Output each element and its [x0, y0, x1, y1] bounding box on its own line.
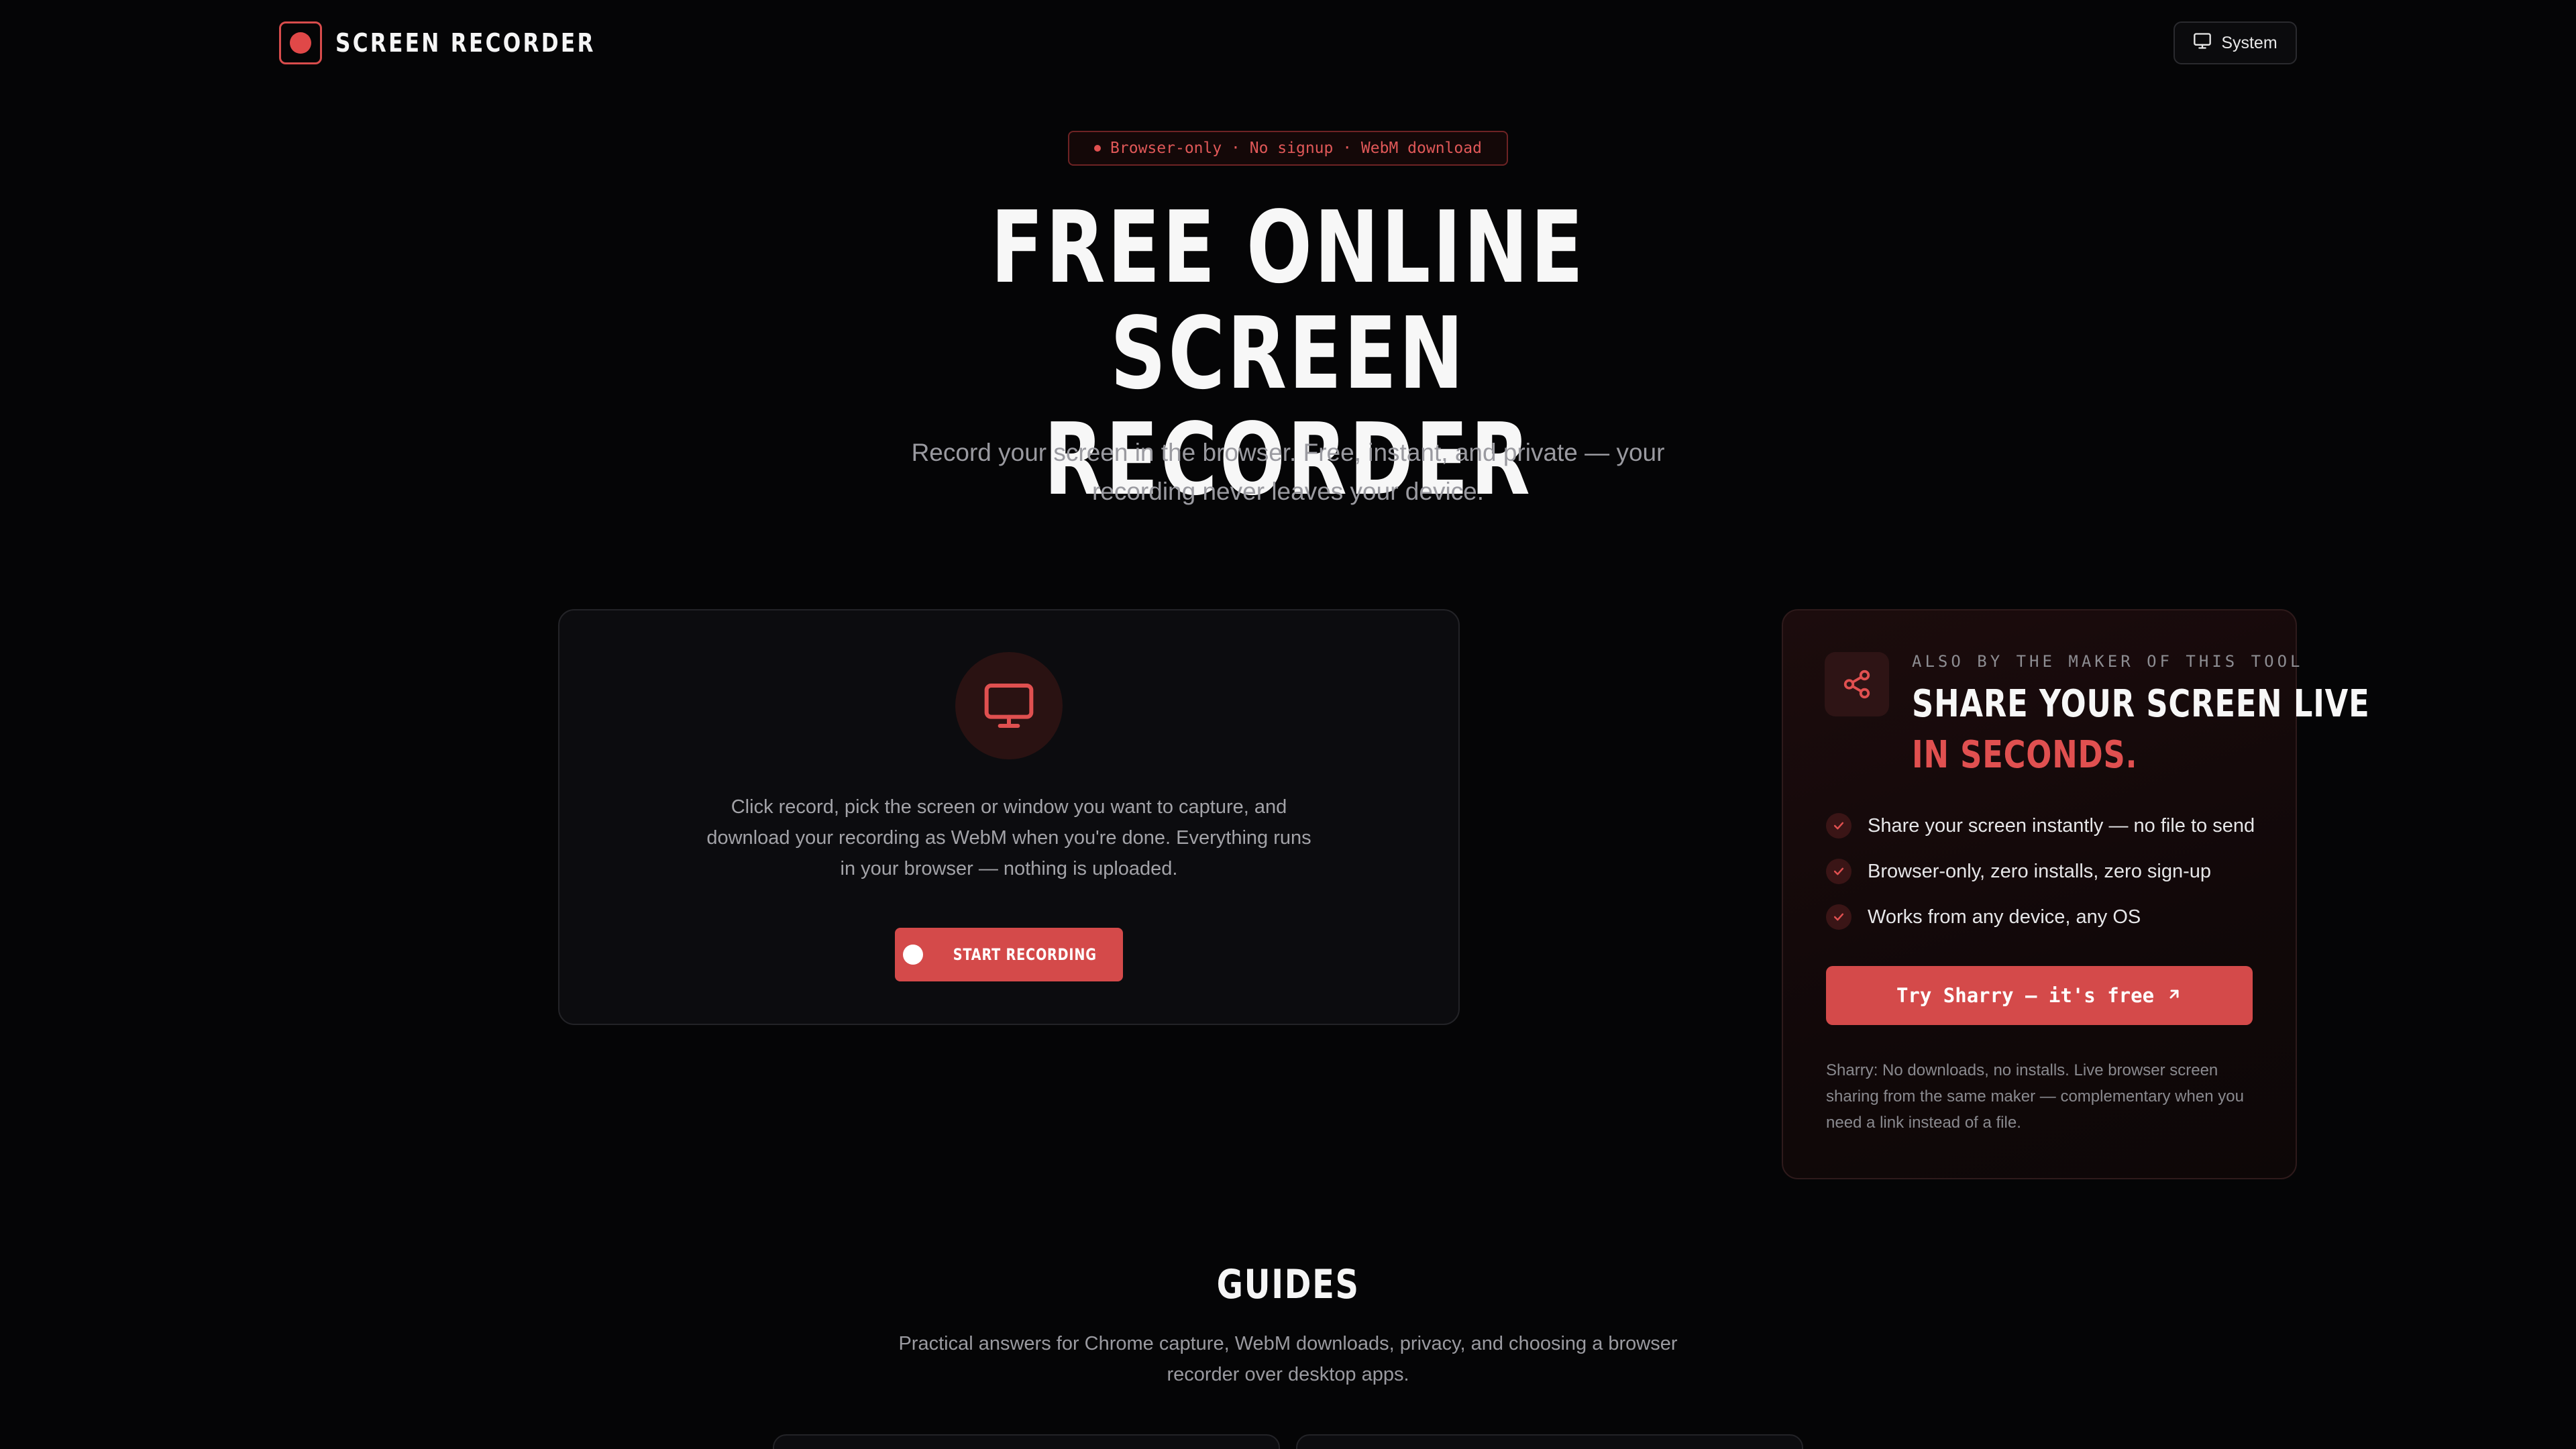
- app-name[interactable]: SCREEN RECORDER: [335, 23, 596, 63]
- guide-card[interactable]: [1296, 1434, 1803, 1449]
- record-dot-icon: [290, 32, 311, 54]
- feature-pill: Browser-only · No signup · WebM download: [1068, 131, 1508, 166]
- theme-toggle-button[interactable]: System: [2174, 21, 2297, 64]
- guide-card[interactable]: [773, 1434, 1280, 1449]
- page-title-line1: FREE ONLINE: [990, 190, 1586, 305]
- pill-text: Browser-only · No signup · WebM download: [1110, 140, 1482, 157]
- guides-subtitle: Practical answers for Chrome capture, We…: [898, 1333, 1678, 1385]
- check-icon: [1826, 859, 1851, 884]
- try-sharry-label: Try Sharry — it's free: [1896, 984, 2155, 1007]
- promo-title: SHARE YOUR SCREEN LIVE IN SECONDS.: [1912, 679, 2370, 781]
- recorder-description: Click record, pick the screen or window …: [706, 796, 1311, 879]
- promo-title-line2: IN SECONDS.: [1912, 733, 2138, 777]
- try-sharry-button[interactable]: Try Sharry — it's free: [1826, 966, 2253, 1025]
- theme-toggle-label: System: [2221, 33, 2277, 52]
- check-icon: [1826, 813, 1851, 839]
- promo-kicker: ALSO BY THE MAKER OF THIS TOOL: [1912, 652, 2304, 671]
- promo-feature-label: Share your screen instantly — no file to…: [1868, 814, 2255, 837]
- promo-feature-item: Share your screen instantly — no file to…: [1826, 813, 2255, 839]
- start-recording-button[interactable]: START RECORDING: [895, 928, 1123, 981]
- promo-feature-item: Works from any device, any OS: [1826, 904, 2141, 930]
- promo-feature-label: Works from any device, any OS: [1868, 906, 2141, 928]
- page-subtitle: Record your screen in the browser. Free,…: [911, 439, 1665, 505]
- start-recording-label: START RECORDING: [953, 945, 1097, 964]
- promo-feature-label: Browser-only, zero installs, zero sign-u…: [1868, 860, 2211, 882]
- record-icon: [903, 945, 924, 965]
- logo-icon[interactable]: [279, 21, 322, 64]
- check-icon: [1826, 904, 1851, 930]
- guides-title-text: GUIDES: [1216, 1261, 1360, 1308]
- promo-title-line1: SHARE YOUR SCREEN LIVE: [1912, 682, 2370, 726]
- external-arrow-icon: [2166, 984, 2182, 1007]
- guides-title: GUIDES: [1154, 1261, 1422, 1308]
- share-icon: [1825, 652, 1889, 716]
- monitor-icon: [2193, 32, 2212, 55]
- promo-feature-item: Browser-only, zero installs, zero sign-u…: [1826, 859, 2211, 884]
- promo-note: Sharry: No downloads, no installs. Live …: [1826, 1061, 2244, 1132]
- monitor-icon: [955, 652, 1063, 759]
- pill-dot-icon: [1094, 145, 1102, 152]
